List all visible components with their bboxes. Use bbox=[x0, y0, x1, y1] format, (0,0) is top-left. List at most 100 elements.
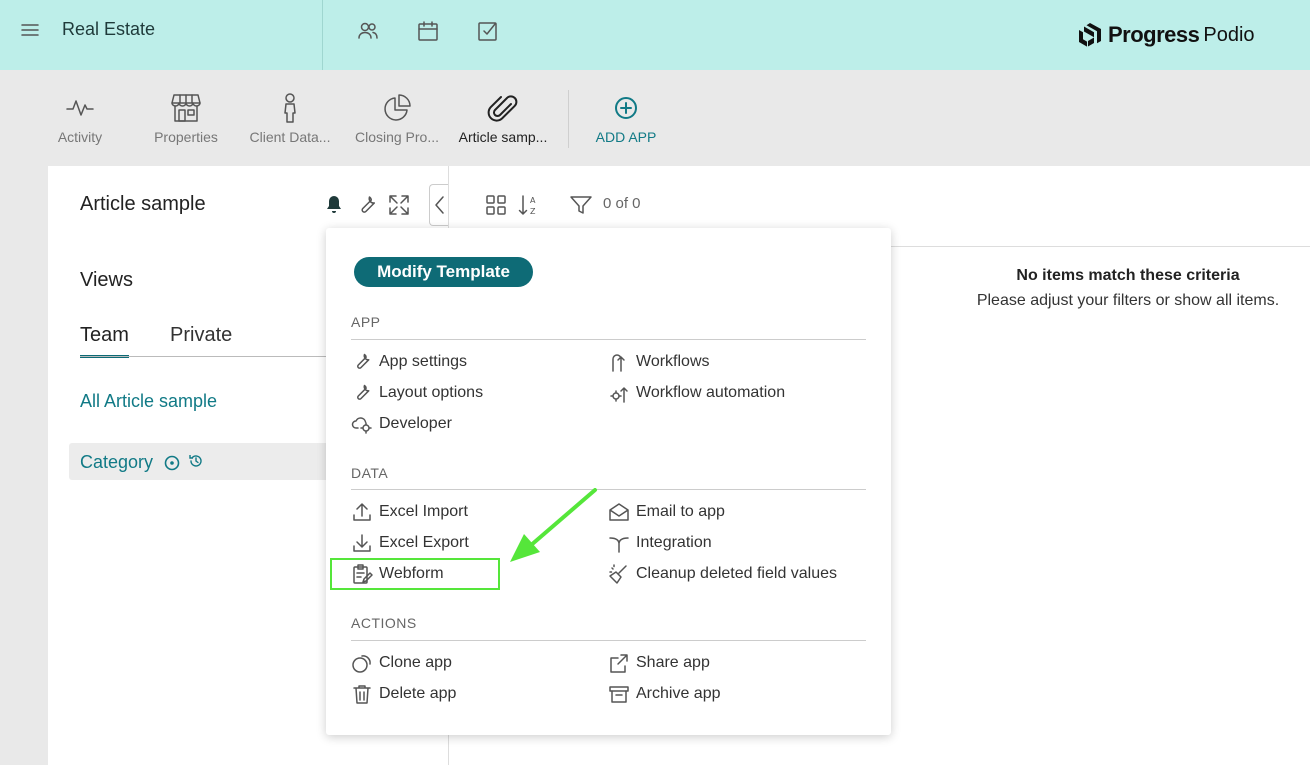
top-bar: Real Estate Progress Podio bbox=[0, 0, 1310, 70]
category-label: Category bbox=[80, 452, 154, 472]
email-open-icon bbox=[609, 503, 629, 521]
calendar-icon[interactable] bbox=[416, 19, 440, 43]
topbar-divider bbox=[322, 0, 323, 70]
webform-highlight-box bbox=[330, 558, 500, 590]
logo-word-podio: Podio bbox=[1203, 23, 1255, 46]
menu-item-label: Delete app bbox=[379, 685, 457, 702]
section-heading-actions: ACTIONS bbox=[351, 615, 417, 631]
workspace-title[interactable]: Real Estate bbox=[62, 19, 155, 40]
logo-word-progress: Progress bbox=[1108, 22, 1200, 47]
menu-developer[interactable]: Developer bbox=[351, 412, 452, 436]
menu-item-label: Clone app bbox=[379, 654, 452, 671]
menu-item-label: Email to app bbox=[636, 503, 725, 520]
target-icon[interactable] bbox=[164, 455, 180, 471]
menu-item-label: Layout options bbox=[379, 384, 484, 401]
menu-layout-options[interactable]: Layout options bbox=[351, 381, 483, 405]
app-tab-client-data[interactable]: Client Data... bbox=[240, 92, 340, 145]
menu-integration[interactable]: Integration bbox=[608, 531, 712, 555]
section-divider bbox=[351, 489, 866, 490]
app-tab-properties[interactable]: Properties bbox=[136, 92, 236, 145]
chevron-left-icon bbox=[435, 196, 444, 214]
workflows-icon bbox=[612, 354, 625, 372]
paperclip-icon bbox=[487, 95, 518, 122]
menu-archive-app[interactable]: Archive app bbox=[608, 682, 721, 706]
menu-email-to-app[interactable]: Email to app bbox=[608, 500, 725, 524]
tab-private[interactable]: Private bbox=[170, 324, 232, 347]
svg-text:A: A bbox=[530, 196, 536, 205]
filter-icon[interactable] bbox=[569, 193, 593, 217]
pie-chart-icon bbox=[384, 94, 411, 121]
views-title: Views bbox=[80, 269, 133, 291]
app-tab-label: Activity bbox=[57, 129, 103, 145]
view-all-article-sample[interactable]: All Article sample bbox=[80, 391, 217, 412]
menu-clone-app[interactable]: Clone app bbox=[351, 651, 452, 675]
tabs-divider bbox=[80, 356, 330, 357]
upload-icon bbox=[353, 503, 371, 521]
item-count: 0 of 0 bbox=[603, 195, 641, 212]
progress-podio-logo[interactable]: Progress Podio bbox=[1078, 20, 1255, 50]
expand-icon[interactable] bbox=[387, 193, 411, 217]
menu-item-label: Integration bbox=[636, 534, 712, 551]
tab-team[interactable]: Team bbox=[80, 324, 129, 358]
app-tab-article-sample[interactable]: Article samp... bbox=[453, 92, 553, 145]
app-bar: Activity Properties Client Data... Closi… bbox=[0, 70, 1310, 166]
tasks-icon[interactable] bbox=[476, 19, 500, 43]
app-tab-label: Properties bbox=[154, 129, 218, 145]
app-title: Article sample bbox=[80, 193, 206, 215]
menu-app-settings[interactable]: App settings bbox=[351, 350, 467, 374]
activity-icon bbox=[66, 100, 94, 116]
appbar-divider bbox=[568, 90, 569, 148]
download-icon bbox=[353, 534, 371, 552]
menu-workflows[interactable]: Workflows bbox=[608, 350, 710, 374]
menu-item-label: Share app bbox=[636, 654, 710, 671]
share-icon bbox=[610, 654, 628, 673]
app-tab-activity[interactable]: Activity bbox=[30, 92, 130, 145]
wrench-icon bbox=[357, 384, 370, 400]
grid-view-icon[interactable] bbox=[484, 193, 508, 217]
bell-icon[interactable] bbox=[322, 193, 346, 217]
person-icon bbox=[284, 93, 296, 123]
empty-state-title: No items match these criteria bbox=[1016, 267, 1240, 284]
add-app-button[interactable]: ADD APP bbox=[576, 92, 676, 145]
trash-icon bbox=[353, 685, 371, 704]
menu-item-label: Developer bbox=[379, 415, 452, 432]
menu-share-app[interactable]: Share app bbox=[608, 651, 710, 675]
archive-icon bbox=[609, 686, 629, 703]
wrench-icon[interactable] bbox=[355, 193, 379, 217]
menu-delete-app[interactable]: Delete app bbox=[351, 682, 456, 706]
app-tab-label: Article samp... bbox=[458, 129, 548, 145]
menu-item-label: App settings bbox=[379, 353, 468, 370]
dropdown-caret bbox=[358, 218, 378, 228]
menu-item-label: Cleanup deleted field values bbox=[636, 565, 838, 582]
menu-item-label: Workflows bbox=[636, 353, 710, 370]
section-divider bbox=[351, 640, 866, 641]
menu-excel-import[interactable]: Excel Import bbox=[351, 500, 468, 524]
app-tab-closing-pro[interactable]: Closing Pro... bbox=[347, 92, 447, 145]
menu-excel-export[interactable]: Excel Export bbox=[351, 531, 469, 555]
section-heading-data: DATA bbox=[351, 465, 389, 481]
app-tab-label: Client Data... bbox=[249, 129, 331, 145]
sort-az-icon[interactable]: AZ bbox=[517, 193, 541, 217]
modify-template-button[interactable]: Modify Template bbox=[354, 257, 533, 287]
integration-icon bbox=[609, 537, 629, 553]
clone-icon bbox=[352, 655, 371, 673]
app-tab-label: Closing Pro... bbox=[354, 129, 440, 145]
annotation-arrow-icon bbox=[510, 488, 597, 562]
view-category[interactable]: Category bbox=[69, 443, 329, 480]
menu-item-label: Excel Import bbox=[379, 503, 468, 520]
contacts-icon[interactable] bbox=[356, 19, 380, 43]
broom-icon bbox=[609, 564, 627, 584]
main-header-divider bbox=[891, 246, 1310, 247]
plus-circle-icon bbox=[615, 97, 637, 119]
menu-workflow-automation[interactable]: Workflow automation bbox=[608, 381, 785, 405]
history-icon[interactable] bbox=[188, 453, 204, 469]
workflow-automation-icon bbox=[610, 387, 628, 403]
section-divider bbox=[351, 339, 866, 340]
svg-text:Z: Z bbox=[530, 207, 536, 216]
menu-item-label: Archive app bbox=[636, 685, 721, 702]
collapse-sidebar-button[interactable] bbox=[429, 184, 448, 226]
menu-icon[interactable] bbox=[20, 20, 40, 40]
menu-cleanup-deleted-field-values[interactable]: Cleanup deleted field values bbox=[608, 562, 837, 586]
menu-item-label: Workflow automation bbox=[636, 384, 786, 401]
wrench-icon bbox=[357, 353, 370, 369]
